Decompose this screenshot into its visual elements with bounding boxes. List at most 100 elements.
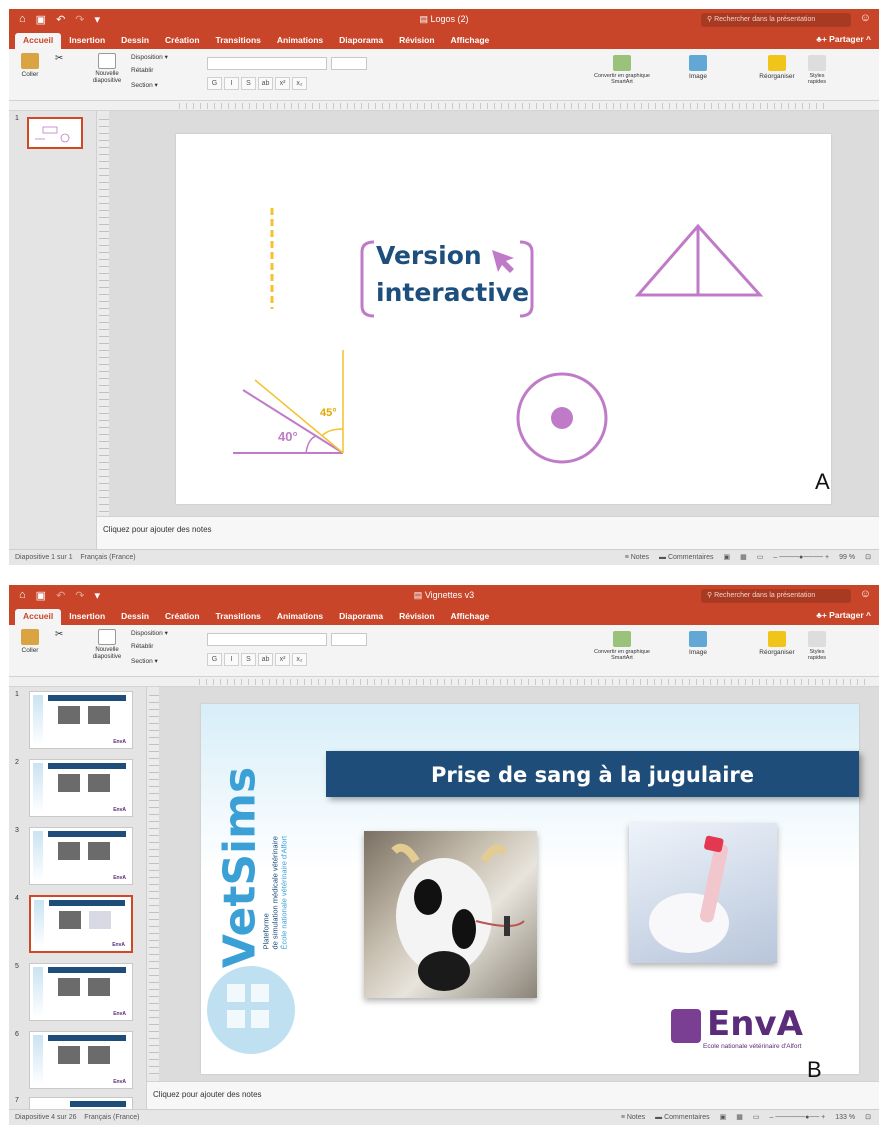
clipboard-icon — [21, 629, 39, 645]
subscript-button[interactable]: x₂ — [292, 653, 307, 666]
share-button[interactable]: ♣+ Partager ^ — [816, 34, 871, 44]
quick-styles-button[interactable]: Styles rapides — [803, 631, 831, 661]
paste-button[interactable]: Coller — [15, 629, 45, 654]
notes-pane[interactable]: Cliquez pour ajouter des notes — [97, 516, 879, 549]
slide-thumbnail-2[interactable]: EnvA — [29, 759, 133, 817]
tab-dessin[interactable]: Dessin — [113, 609, 157, 625]
tab-animations[interactable]: Animations — [269, 609, 331, 625]
tab-revision[interactable]: Révision — [391, 33, 442, 49]
smartart-button[interactable]: Convertir en graphique SmartArt — [587, 55, 657, 85]
horizontal-ruler — [9, 101, 879, 111]
font-size-input[interactable] — [331, 633, 367, 646]
smartart-button[interactable]: Convertir en graphique SmartArt — [587, 631, 657, 661]
tab-creation[interactable]: Création — [157, 609, 207, 625]
sorter-view-icon[interactable]: ▦ — [736, 1113, 743, 1121]
slide-title: Prise de sang à la jugulaire — [430, 763, 754, 787]
image-button[interactable]: Image — [685, 631, 711, 656]
tab-revision[interactable]: Révision — [391, 609, 442, 625]
subscript-button[interactable]: x₂ — [292, 77, 307, 90]
tab-accueil[interactable]: Accueil — [15, 609, 62, 625]
quick-styles-button[interactable]: Styles rapides — [803, 55, 831, 85]
cut-icon[interactable]: ✂ — [55, 629, 63, 640]
arrange-button[interactable]: Réorganiser — [757, 55, 797, 80]
comments-button[interactable]: ▬ Commentaires — [655, 1114, 709, 1121]
search-input[interactable]: ⚲ Rechercher dans la présentation — [701, 13, 851, 27]
normal-view-icon[interactable]: ▣ — [724, 553, 731, 561]
zoom-slider[interactable]: – ──────●── + — [769, 1114, 825, 1121]
search-input[interactable]: ⚲ Rechercher dans la présentation — [701, 589, 851, 603]
arrange-button[interactable]: Réorganiser — [757, 631, 797, 656]
comments-button[interactable]: ▬ Commentaires — [659, 554, 713, 561]
bold-button[interactable]: G — [207, 77, 222, 90]
share-button[interactable]: ♣+ Partager ^ — [816, 610, 871, 620]
user-icon[interactable]: ☺ — [860, 588, 871, 600]
tab-animations[interactable]: Animations — [269, 33, 331, 49]
tab-diaporama[interactable]: Diaporama — [331, 33, 391, 49]
slide-thumbnail-1[interactable]: EnvA — [29, 691, 133, 749]
underline-button[interactable]: S — [241, 77, 256, 90]
blood-tube-photo — [629, 823, 777, 963]
reading-view-icon[interactable]: ▭ — [757, 553, 764, 561]
tab-insertion[interactable]: Insertion — [61, 33, 113, 49]
angle-label-45: 45° — [320, 407, 337, 419]
fit-icon[interactable]: ⊡ — [865, 1113, 871, 1121]
notes-button[interactable]: ≡ Notes — [625, 554, 649, 561]
section-button[interactable]: Section ▾ — [131, 657, 158, 665]
image-button[interactable]: Image — [685, 55, 711, 80]
new-slide-button[interactable]: Nouvelle diapositive — [87, 629, 127, 661]
slide-thumbnail-6[interactable]: EnvA — [29, 1031, 133, 1089]
strike-button[interactable]: ab — [258, 77, 273, 90]
layout-button[interactable]: Disposition ▾ — [131, 629, 168, 637]
slide-thumbnails-panel: 1 — [9, 111, 97, 549]
slide-editor[interactable]: Version interactive 45° 40° — [176, 134, 831, 504]
font-name-input[interactable] — [207, 633, 327, 646]
image-icon — [689, 631, 707, 647]
bold-button[interactable]: G — [207, 653, 222, 666]
layout-button[interactable]: Disposition ▾ — [131, 53, 168, 61]
fit-icon[interactable]: ⊡ — [865, 553, 871, 561]
left-bracket — [360, 240, 375, 318]
paste-button[interactable]: Coller — [15, 53, 45, 78]
normal-view-icon[interactable]: ▣ — [720, 1113, 727, 1121]
underline-button[interactable]: S — [241, 653, 256, 666]
italic-button[interactable]: I — [224, 77, 239, 90]
slide-thumbnail-5[interactable]: EnvA — [29, 963, 133, 1021]
vetsims-brand: VetSims — [214, 766, 266, 969]
notes-button[interactable]: ≡ Notes — [621, 1114, 645, 1121]
tab-transitions[interactable]: Transitions — [208, 609, 269, 625]
new-slide-button[interactable]: Nouvelle diapositive — [87, 53, 127, 85]
user-icon[interactable]: ☺ — [860, 12, 871, 24]
slide-editor[interactable]: Prise de sang à la jugulaire VetSims Pla… — [201, 704, 859, 1074]
slide-thumbnail-4[interactable]: EnvA — [29, 895, 133, 953]
smartart-icon — [613, 55, 631, 71]
reset-button[interactable]: Rétablir — [131, 643, 153, 650]
cut-icon[interactable]: ✂ — [55, 53, 63, 64]
tab-accueil[interactable]: Accueil — [15, 33, 62, 49]
reading-view-icon[interactable]: ▭ — [753, 1113, 760, 1121]
slide-thumbnail-1[interactable] — [27, 117, 83, 149]
thumb-bar — [48, 1035, 126, 1041]
superscript-button[interactable]: x² — [275, 77, 290, 90]
sorter-view-icon[interactable]: ▦ — [740, 553, 747, 561]
thumbnail-preview — [35, 126, 70, 143]
font-name-input[interactable] — [207, 57, 327, 70]
slide-thumbnail-3[interactable]: EnvA — [29, 827, 133, 885]
superscript-button[interactable]: x² — [275, 653, 290, 666]
tab-creation[interactable]: Création — [157, 33, 207, 49]
tab-insertion[interactable]: Insertion — [61, 609, 113, 625]
paste-label: Coller — [21, 71, 39, 78]
notes-pane[interactable]: Cliquez pour ajouter des notes — [147, 1081, 879, 1109]
reset-button[interactable]: Rétablir — [131, 67, 153, 74]
tab-affichage[interactable]: Affichage — [443, 609, 498, 625]
tab-dessin[interactable]: Dessin — [113, 33, 157, 49]
tab-affichage[interactable]: Affichage — [443, 33, 498, 49]
font-size-input[interactable] — [331, 57, 367, 70]
section-button[interactable]: Section ▾ — [131, 81, 158, 89]
zoom-level: 133 % — [835, 1113, 856, 1121]
status-right: ≡ Notes ▬ Commentaires ▣ ▦ ▭ – ──────●──… — [621, 1113, 871, 1122]
tab-transitions[interactable]: Transitions — [208, 33, 269, 49]
strike-button[interactable]: ab — [258, 653, 273, 666]
zoom-slider[interactable]: – ────●──── + — [773, 554, 829, 561]
tab-diaporama[interactable]: Diaporama — [331, 609, 391, 625]
italic-button[interactable]: I — [224, 653, 239, 666]
